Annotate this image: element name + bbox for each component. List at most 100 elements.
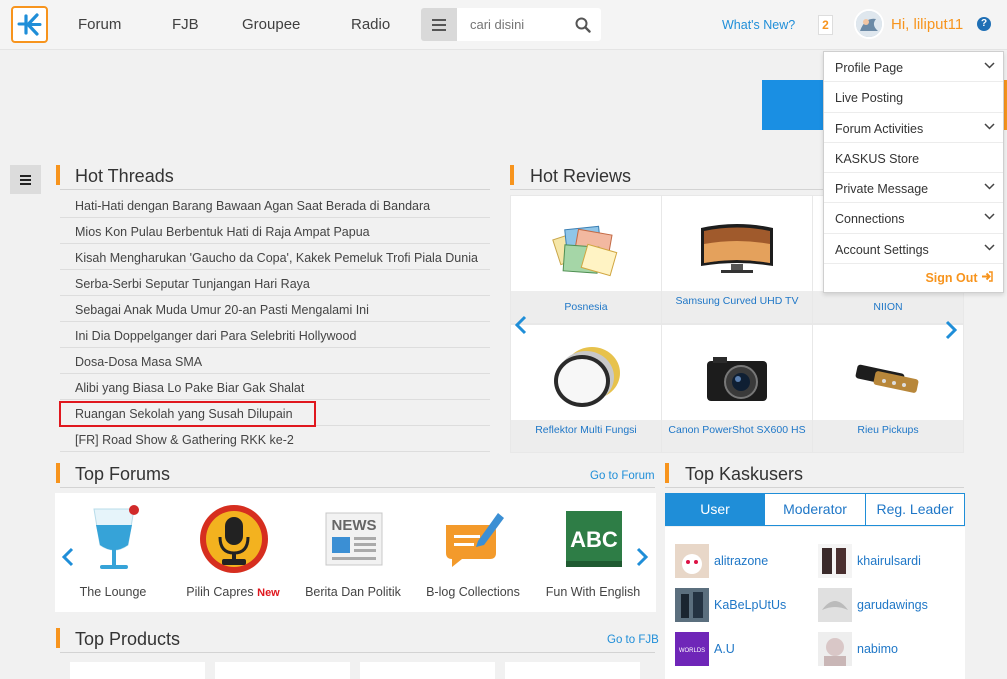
product-card[interactable] xyxy=(505,662,640,679)
menu-connections[interactable]: Connections xyxy=(824,203,1003,234)
review-card[interactable]: Samsung Curved UHD TV xyxy=(662,196,812,323)
tab-user[interactable]: User xyxy=(666,494,765,525)
tab-moderator[interactable]: Moderator xyxy=(765,494,866,525)
review-name: Canon PowerShot SX600 HS xyxy=(662,420,812,452)
forum-name: B-log Collections xyxy=(426,585,520,599)
avatar xyxy=(818,632,852,666)
menu-label: Profile Page xyxy=(835,61,904,75)
review-name: Rieu Pickups xyxy=(813,420,963,452)
search-box xyxy=(457,8,601,41)
forums-next-arrow-icon[interactable] xyxy=(635,541,649,575)
abc-icon-text: ABC xyxy=(570,527,618,552)
new-badge: New xyxy=(257,587,280,599)
kaskusers-panel: alitrazone khairulsardi KaBeLpUtUs garud… xyxy=(665,527,965,679)
nav-radio[interactable]: Radio xyxy=(351,16,390,33)
reviews-next-arrow-icon[interactable] xyxy=(944,314,958,348)
review-card[interactable]: Posnesia xyxy=(511,196,661,323)
forums-prev-arrow-icon[interactable] xyxy=(61,541,75,575)
product-card[interactable] xyxy=(215,662,350,679)
menu-kaskus-store[interactable]: KASKUS Store xyxy=(824,143,1003,174)
search-input[interactable] xyxy=(457,8,567,41)
newspaper-icon: NEWS xyxy=(325,512,383,566)
thread-item[interactable]: Mios Kon Pulau Berbentuk Hati di Raja Am… xyxy=(60,218,490,244)
hamburger-menu-icon[interactable] xyxy=(421,8,457,41)
menu-label: Forum Activities xyxy=(835,121,924,136)
forum-name: Berita Dan Politik xyxy=(305,585,401,599)
review-card[interactable]: Canon PowerShot SX600 HS xyxy=(662,325,812,452)
review-card[interactable]: Reflektor Multi Fungsi xyxy=(511,325,661,452)
menu-private-message[interactable]: Private Message xyxy=(824,173,1003,204)
highlight-box xyxy=(59,401,316,427)
product-card[interactable] xyxy=(70,662,205,679)
menu-label: Private Message xyxy=(835,182,929,197)
forum-name: The Lounge xyxy=(79,585,147,599)
username: nabimo xyxy=(857,642,898,656)
thread-item[interactable]: Kisah Mengharukan 'Gaucho da Copa', Kake… xyxy=(60,244,490,270)
top-kaskusers-title: Top Kaskusers xyxy=(685,464,804,484)
review-card[interactable]: Rieu Pickups xyxy=(813,325,963,452)
camera-icon xyxy=(707,357,767,401)
blog-icon xyxy=(446,513,504,567)
tab-reg-leader[interactable]: Reg. Leader xyxy=(866,494,964,525)
chevron-down-icon xyxy=(984,123,995,130)
thread-item[interactable]: [FR] Road Show & Gathering RKK ke-2 xyxy=(60,426,490,452)
user-greeting[interactable]: Hi, liliput11 xyxy=(891,16,963,33)
section-accent xyxy=(665,463,669,483)
thread-item[interactable]: Hati-Hati dengan Barang Bawaan Agan Saat… xyxy=(60,192,490,218)
reviews-prev-arrow-icon[interactable] xyxy=(514,309,528,343)
help-icon[interactable]: ? xyxy=(977,17,991,31)
notification-badge[interactable]: 2 xyxy=(818,15,833,35)
forum-item[interactable]: B-log Collections xyxy=(415,493,531,612)
review-name: Posnesia xyxy=(511,291,661,323)
top-forums-title: Top Forums xyxy=(75,464,171,484)
sidebar-toggle-icon[interactable] xyxy=(10,165,41,194)
forum-item[interactable]: ABC Fun With English xyxy=(535,493,651,612)
avatar-text: WORLDS xyxy=(679,648,705,654)
chevron-down-icon xyxy=(984,213,995,221)
top-navbar: Forum FJB Groupee Radio What's New? 2 Hi… xyxy=(0,0,1007,50)
menu-account-settings[interactable]: Account Settings xyxy=(824,234,1003,265)
section-accent xyxy=(510,165,514,185)
chevron-down-icon xyxy=(984,244,995,251)
top-forums-carousel: The Lounge Pilih Capres New NEWS Berita … xyxy=(55,493,656,612)
sign-out-icon xyxy=(982,271,993,282)
nav-groupee[interactable]: Groupee xyxy=(242,16,300,33)
menu-live-posting[interactable]: Live Posting xyxy=(824,82,1003,113)
forum-item[interactable]: Pilih Capres New xyxy=(175,493,291,612)
news-icon-text: NEWS xyxy=(332,517,377,534)
sign-out-label: Sign Out xyxy=(925,271,978,285)
product-card[interactable] xyxy=(360,662,495,679)
nav-forum[interactable]: Forum xyxy=(78,16,121,33)
go-to-forum-link[interactable]: Go to Forum xyxy=(590,470,655,482)
menu-label: Connections xyxy=(835,212,905,227)
microphone-icon xyxy=(200,505,268,573)
user-avatar[interactable] xyxy=(854,9,884,39)
thread-item[interactable]: Alibi yang Biasa Lo Pake Biar Gak Shalat xyxy=(60,374,490,400)
divider xyxy=(665,487,964,488)
reflector-icon xyxy=(554,347,620,407)
forum-item[interactable]: NEWS Berita Dan Politik xyxy=(295,493,411,612)
divider xyxy=(510,189,823,190)
go-to-fjb-link[interactable]: Go to FJB xyxy=(607,634,659,646)
sign-out-button[interactable]: Sign Out xyxy=(925,271,993,285)
menu-forum-activities[interactable]: Forum Activities xyxy=(824,113,1003,143)
chalkboard-icon: ABC xyxy=(566,511,622,567)
nav-fjb[interactable]: FJB xyxy=(172,16,199,33)
avatar xyxy=(675,588,709,622)
section-accent xyxy=(56,165,60,185)
menu-label: KASKUS Store xyxy=(835,151,920,166)
username: A.U xyxy=(714,642,735,656)
whats-new-link[interactable]: What's New? xyxy=(722,18,795,32)
menu-profile-page[interactable]: Profile Page xyxy=(824,52,1003,83)
kaskus-logo[interactable] xyxy=(11,6,48,43)
thread-item[interactable]: Serba-Serbi Seputar Tunjangan Hari Raya xyxy=(60,270,490,296)
review-name: Samsung Curved UHD TV xyxy=(662,291,812,323)
search-icon[interactable] xyxy=(575,17,591,33)
thread-item[interactable]: Dosa-Dosa Masa SMA xyxy=(60,348,490,374)
thread-item[interactable]: Ini Dia Doppelganger dari Para Selebriti… xyxy=(60,322,490,348)
thread-item[interactable]: Sebagai Anak Muda Umur 20-an Pasti Menga… xyxy=(60,296,490,322)
username: KaBeLpUtUs xyxy=(714,598,787,612)
username: khairulsardi xyxy=(857,554,921,568)
avatar: WORLDS xyxy=(675,632,709,666)
review-name: Reflektor Multi Fungsi xyxy=(511,420,661,452)
